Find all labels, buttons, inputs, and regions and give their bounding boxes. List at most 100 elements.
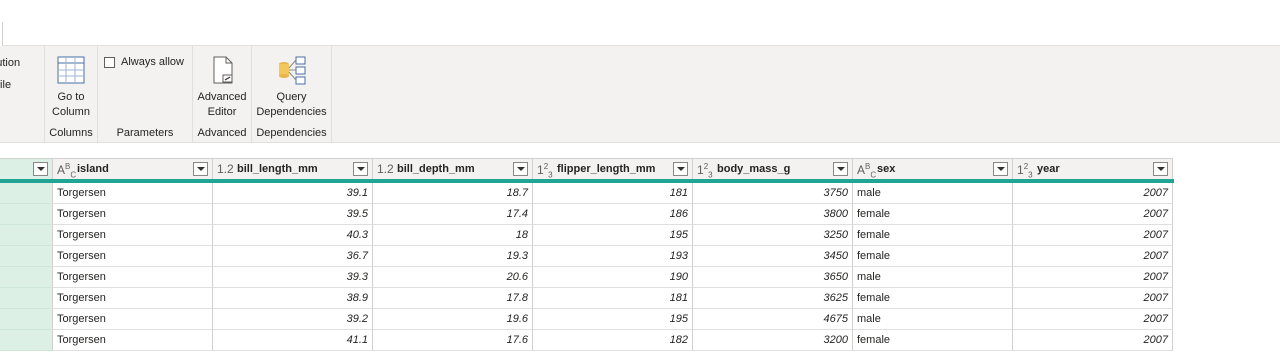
table-cell[interactable]: Torgersen [53, 288, 213, 309]
column-header-year[interactable]: 123 year [1013, 158, 1173, 180]
table-cell[interactable]: female [853, 225, 1013, 246]
row-index-cell[interactable] [0, 267, 53, 288]
column-filter-dropdown[interactable] [1153, 162, 1168, 176]
row-index-cell[interactable] [0, 225, 53, 246]
table-cell[interactable]: 17.8 [373, 288, 533, 309]
table-cell[interactable]: male [853, 183, 1013, 204]
table-cell[interactable]: 36.7 [213, 246, 373, 267]
table-cell[interactable]: 2007 [1013, 183, 1173, 204]
table-cell[interactable]: Torgersen [53, 267, 213, 288]
table-cell[interactable]: male [853, 309, 1013, 330]
table-cell[interactable]: Torgersen [53, 225, 213, 246]
table-cell[interactable]: 2007 [1013, 288, 1173, 309]
table-cell[interactable]: 181 [533, 183, 693, 204]
table-cell[interactable]: 41.1 [213, 330, 373, 351]
type-decimal-icon[interactable]: 1.2 [217, 162, 234, 176]
table-cell[interactable]: 2007 [1013, 267, 1173, 288]
table-row[interactable]: Torgersen 39.2 19.6 195 4675 male 2007 [0, 309, 1174, 330]
table-cell[interactable]: 19.3 [373, 246, 533, 267]
always-allow-checkbox[interactable]: Always allow [104, 56, 184, 68]
table-cell[interactable]: 2007 [1013, 330, 1173, 351]
column-header-bill-depth[interactable]: 1.2 bill_depth_mm [373, 158, 533, 180]
table-cell[interactable]: 17.4 [373, 204, 533, 225]
type-decimal-icon[interactable]: 1.2 [377, 162, 394, 176]
row-index-cell[interactable] [0, 330, 53, 351]
column-header-island[interactable]: ABC island [53, 158, 213, 180]
table-cell[interactable]: female [853, 204, 1013, 225]
row-index-cell[interactable] [0, 288, 53, 309]
table-cell[interactable]: 3625 [693, 288, 853, 309]
table-cell[interactable]: 38.9 [213, 288, 373, 309]
table-cell[interactable]: 3450 [693, 246, 853, 267]
table-row[interactable]: Torgersen 39.3 20.6 190 3650 male 2007 [0, 267, 1174, 288]
table-cell[interactable]: Torgersen [53, 309, 213, 330]
tab-stub[interactable] [0, 22, 3, 46]
table-cell[interactable]: 4675 [693, 309, 853, 330]
table-cell[interactable]: Torgersen [53, 330, 213, 351]
table-cell[interactable]: 2007 [1013, 309, 1173, 330]
type-integer-icon[interactable]: 123 [1017, 162, 1033, 179]
table-cell[interactable]: 19.6 [373, 309, 533, 330]
table-cell[interactable]: 3250 [693, 225, 853, 246]
table-cell[interactable]: female [853, 246, 1013, 267]
type-text-icon[interactable]: ABC [57, 162, 76, 179]
table-cell[interactable]: 17.6 [373, 330, 533, 351]
table-cell[interactable]: 39.5 [213, 204, 373, 225]
table-cell[interactable]: Torgersen [53, 183, 213, 204]
table-cell[interactable]: 39.1 [213, 183, 373, 204]
table-cell[interactable]: 39.3 [213, 267, 373, 288]
table-cell[interactable]: 18.7 [373, 183, 533, 204]
row-index-cell[interactable] [0, 246, 53, 267]
row-index-cell[interactable] [0, 183, 53, 204]
table-cell[interactable]: 195 [533, 225, 693, 246]
row-index-cell[interactable] [0, 204, 53, 225]
column-header-bill-length[interactable]: 1.2 bill_length_mm [213, 158, 373, 180]
go-to-column-button[interactable]: Go to Column [45, 54, 97, 120]
table-cell[interactable]: 2007 [1013, 225, 1173, 246]
table-row[interactable]: Torgersen 39.1 18.7 181 3750 male 2007 [0, 183, 1174, 204]
table-cell[interactable]: 20.6 [373, 267, 533, 288]
table-cell[interactable]: female [853, 288, 1013, 309]
table-cell[interactable]: 190 [533, 267, 693, 288]
column-header-flipper-length[interactable]: 123 flipper_length_mm [533, 158, 693, 180]
column-filter-dropdown[interactable] [193, 162, 208, 176]
table-cell[interactable]: 186 [533, 204, 693, 225]
table-cell[interactable]: 182 [533, 330, 693, 351]
table-cell[interactable]: 3650 [693, 267, 853, 288]
table-cell[interactable]: 3800 [693, 204, 853, 225]
type-text-icon[interactable]: ABC [857, 162, 876, 179]
table-cell[interactable]: 18 [373, 225, 533, 246]
table-cell[interactable]: 39.2 [213, 309, 373, 330]
table-cell[interactable]: female [853, 330, 1013, 351]
column-filter-dropdown[interactable] [33, 162, 48, 176]
column-header-sex[interactable]: ABC sex [853, 158, 1013, 180]
table-row[interactable]: Torgersen 36.7 19.3 193 3450 female 2007 [0, 246, 1174, 267]
table-row[interactable]: Torgersen 39.5 17.4 186 3800 female 2007 [0, 204, 1174, 225]
table-cell[interactable]: 2007 [1013, 246, 1173, 267]
table-cell[interactable]: 181 [533, 288, 693, 309]
ribbon-item-profile[interactable]: file [0, 79, 11, 91]
type-integer-icon[interactable]: 123 [697, 162, 713, 179]
column-filter-dropdown[interactable] [833, 162, 848, 176]
column-header-body-mass[interactable]: 123 body_mass_g [693, 158, 853, 180]
table-cell[interactable]: 40.3 [213, 225, 373, 246]
ribbon-item-distribution[interactable]: ribution [0, 57, 20, 69]
table-row[interactable]: Torgersen 41.1 17.6 182 3200 female 2007 [0, 330, 1174, 351]
checkbox-box[interactable] [104, 56, 115, 68]
table-row[interactable]: Torgersen 40.3 18 195 3250 female 2007 [0, 225, 1174, 246]
table-row[interactable]: Torgersen 38.9 17.8 181 3625 female 2007 [0, 288, 1174, 309]
column-filter-dropdown[interactable] [513, 162, 528, 176]
query-dependencies-button[interactable]: Query Dependencies [252, 54, 331, 120]
column-filter-dropdown[interactable] [993, 162, 1008, 176]
table-cell[interactable]: 3200 [693, 330, 853, 351]
table-cell[interactable]: Torgersen [53, 246, 213, 267]
table-cell[interactable]: male [853, 267, 1013, 288]
table-cell[interactable]: 193 [533, 246, 693, 267]
table-cell[interactable]: 2007 [1013, 204, 1173, 225]
column-filter-dropdown[interactable] [353, 162, 368, 176]
table-cell[interactable]: Torgersen [53, 204, 213, 225]
row-index-cell[interactable] [0, 309, 53, 330]
table-cell[interactable]: 3750 [693, 183, 853, 204]
table-cell[interactable]: 195 [533, 309, 693, 330]
column-filter-dropdown[interactable] [673, 162, 688, 176]
